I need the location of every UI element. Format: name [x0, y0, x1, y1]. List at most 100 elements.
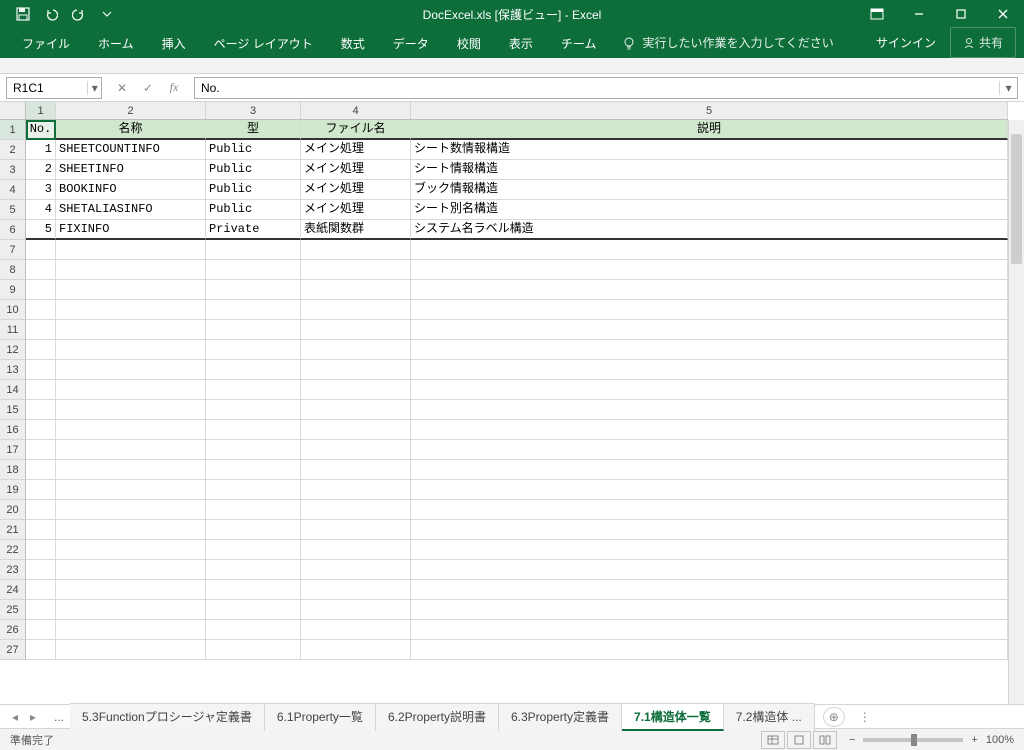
cell[interactable]: [206, 420, 301, 440]
cell[interactable]: ブック情報構造: [411, 180, 1008, 200]
cell[interactable]: [206, 540, 301, 560]
undo-icon[interactable]: [38, 3, 64, 25]
cell[interactable]: [206, 440, 301, 460]
cell[interactable]: [411, 380, 1008, 400]
cell[interactable]: [56, 500, 206, 520]
row-header[interactable]: 7: [0, 240, 26, 260]
cell[interactable]: [26, 580, 56, 600]
cell[interactable]: [301, 640, 411, 660]
cell[interactable]: [411, 300, 1008, 320]
cell[interactable]: 名称: [56, 120, 206, 140]
cell[interactable]: [206, 260, 301, 280]
cell[interactable]: [26, 240, 56, 260]
cell[interactable]: [26, 640, 56, 660]
sheet-tab[interactable]: 6.3Property定義書: [499, 703, 622, 731]
cell[interactable]: [26, 400, 56, 420]
cell[interactable]: [301, 540, 411, 560]
cell[interactable]: 説明: [411, 120, 1008, 140]
row-header[interactable]: 9: [0, 280, 26, 300]
cell[interactable]: [301, 360, 411, 380]
cell[interactable]: [56, 620, 206, 640]
tab-formulas[interactable]: 数式: [327, 28, 379, 58]
cell[interactable]: メイン処理: [301, 160, 411, 180]
cell-area[interactable]: No.名称型ファイル名説明1SHEETCOUNTINFOPublicメイン処理シ…: [26, 120, 1008, 704]
cell[interactable]: [56, 320, 206, 340]
sheet-more-icon[interactable]: ⋮: [853, 710, 877, 724]
cell[interactable]: [56, 340, 206, 360]
cell[interactable]: [206, 580, 301, 600]
cell[interactable]: シート数情報構造: [411, 140, 1008, 160]
cell[interactable]: [56, 460, 206, 480]
sheet-tab[interactable]: 6.2Property説明書: [376, 703, 499, 731]
column-header[interactable]: 1: [26, 102, 56, 119]
zoom-out-icon[interactable]: −: [849, 734, 855, 746]
zoom-in-icon[interactable]: +: [971, 734, 977, 746]
row-header[interactable]: 3: [0, 160, 26, 180]
row-header[interactable]: 19: [0, 480, 26, 500]
cell[interactable]: [56, 480, 206, 500]
cell[interactable]: [411, 320, 1008, 340]
cell[interactable]: [206, 380, 301, 400]
cell[interactable]: [411, 340, 1008, 360]
row-header[interactable]: 6: [0, 220, 26, 240]
row-header[interactable]: 1: [0, 120, 26, 140]
cell[interactable]: [301, 500, 411, 520]
cell[interactable]: [26, 480, 56, 500]
zoom-slider[interactable]: [863, 738, 963, 742]
cell[interactable]: [301, 320, 411, 340]
cell[interactable]: [56, 540, 206, 560]
cell[interactable]: [301, 520, 411, 540]
row-header[interactable]: 4: [0, 180, 26, 200]
cell[interactable]: [26, 280, 56, 300]
cell[interactable]: [56, 440, 206, 460]
row-header[interactable]: 15: [0, 400, 26, 420]
row-header[interactable]: 2: [0, 140, 26, 160]
tab-home[interactable]: ホーム: [84, 28, 148, 58]
cell[interactable]: [411, 260, 1008, 280]
cell[interactable]: 3: [26, 180, 56, 200]
sheet-tab[interactable]: 5.3Functionプロシージャ定義書: [70, 703, 265, 731]
cell[interactable]: [411, 460, 1008, 480]
cell[interactable]: シート別名構造: [411, 200, 1008, 220]
add-sheet-icon[interactable]: ⊕: [823, 707, 845, 727]
cell[interactable]: [411, 240, 1008, 260]
cell[interactable]: [26, 560, 56, 580]
cell[interactable]: [26, 520, 56, 540]
share-button[interactable]: 共有: [950, 27, 1016, 58]
cell[interactable]: [301, 560, 411, 580]
cell[interactable]: [411, 520, 1008, 540]
cell[interactable]: [26, 360, 56, 380]
row-header[interactable]: 16: [0, 420, 26, 440]
redo-icon[interactable]: [66, 3, 92, 25]
row-header[interactable]: 5: [0, 200, 26, 220]
row-header[interactable]: 17: [0, 440, 26, 460]
cell[interactable]: [411, 620, 1008, 640]
cell[interactable]: [301, 440, 411, 460]
cell[interactable]: [26, 420, 56, 440]
cell[interactable]: FIXINFO: [56, 220, 206, 240]
cell[interactable]: [411, 560, 1008, 580]
column-header[interactable]: 2: [56, 102, 206, 119]
cell[interactable]: [56, 520, 206, 540]
cell[interactable]: [26, 260, 56, 280]
cell[interactable]: メイン処理: [301, 140, 411, 160]
row-header[interactable]: 22: [0, 540, 26, 560]
cell[interactable]: [26, 460, 56, 480]
cell[interactable]: [301, 580, 411, 600]
cell[interactable]: [301, 620, 411, 640]
cell[interactable]: [26, 620, 56, 640]
view-pagelayout-icon[interactable]: [787, 731, 811, 749]
vertical-scrollbar[interactable]: [1008, 120, 1024, 704]
cell[interactable]: [26, 600, 56, 620]
tab-team[interactable]: チーム: [547, 28, 611, 58]
cell[interactable]: [206, 300, 301, 320]
cell[interactable]: Public: [206, 160, 301, 180]
tab-file[interactable]: ファイル: [8, 28, 84, 58]
tab-review[interactable]: 校閲: [443, 28, 495, 58]
cell[interactable]: [301, 480, 411, 500]
cell[interactable]: [26, 440, 56, 460]
cell[interactable]: [411, 280, 1008, 300]
row-header[interactable]: 14: [0, 380, 26, 400]
row-header[interactable]: 24: [0, 580, 26, 600]
cell[interactable]: メイン処理: [301, 200, 411, 220]
